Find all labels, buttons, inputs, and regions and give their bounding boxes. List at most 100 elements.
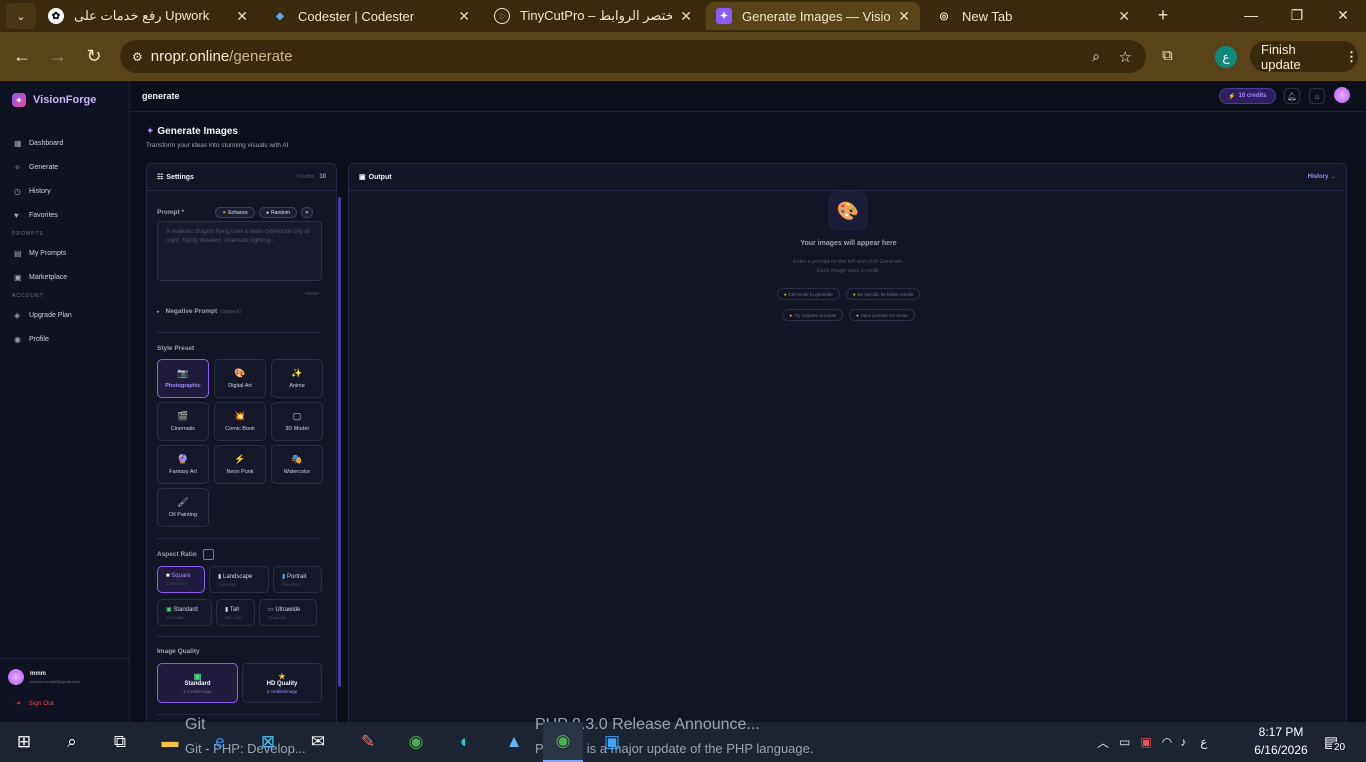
close-tab-icon[interactable]: ✕ <box>236 8 248 25</box>
arc-icon[interactable]: ▲ <box>494 722 534 762</box>
random-button[interactable]: ● Random <box>258 207 297 218</box>
ratio-square[interactable]: ■ Square 1024×1024 <box>157 566 205 593</box>
tip-chip: ● Be specific for better results <box>845 288 921 300</box>
ratio-ultrawide[interactable]: ▭ Ultrawide 1536×640 <box>259 599 317 626</box>
edge-icon[interactable]: ◐ <box>445 722 485 762</box>
site-info-icon[interactable]: ⚙ <box>132 50 143 64</box>
prompt-actions: ✦ Enhance ● Random ✕ <box>215 207 314 218</box>
style-photographic[interactable]: 📷 Photographic <box>157 359 209 398</box>
browser-tab-active[interactable]: ✦ Generate Images — VisionFo ✕ <box>706 2 920 30</box>
battery-icon[interactable]: ▭ <box>1119 735 1130 749</box>
sparkles-icon: ✨ <box>291 368 303 378</box>
ratio-label: Ultrawide <box>275 606 301 613</box>
browser-tab[interactable]: ◎ New Tab ✕ <box>926 2 1140 30</box>
prompt-label: Prompt * <box>157 209 185 216</box>
section-label-prompts: PROMPTS <box>12 231 44 237</box>
close-window-icon[interactable]: ✕ <box>1320 0 1366 30</box>
style-digital-art[interactable]: 🎨 Digital Art <box>214 359 266 398</box>
chrome-active-icon[interactable]: ◉ <box>543 722 583 762</box>
brand[interactable]: ✦ VisionForge <box>0 81 129 119</box>
reload-icon[interactable]: ↻ <box>76 39 112 75</box>
sidebar-item-profile[interactable]: ◉ Profile <box>0 327 129 351</box>
style-neon-punk[interactable]: ⚡ Neon Punk <box>214 445 266 484</box>
extensions-icon[interactable]: ⧉ <box>1162 47 1173 64</box>
store-icon[interactable]: ⊠ <box>248 722 288 762</box>
back-icon[interactable]: ← <box>4 39 40 75</box>
sidebar-item-marketplace[interactable]: ▣ Marketplace <box>0 265 129 289</box>
brush-icon: 🖌 <box>177 497 189 507</box>
tab-title: Generate Images — VisionFo <box>742 8 891 24</box>
sidebar-item-upgrade[interactable]: ◈ Upgrade Plan <box>0 303 129 327</box>
browser-tab[interactable]: ◌ TinyCutPro – يختصر الروابط ✕ <box>484 2 702 30</box>
search-icon[interactable]: ⌕ <box>52 722 92 762</box>
close-tab-icon[interactable]: ✕ <box>458 8 470 25</box>
style-3d-model[interactable]: ▢ 3D Model <box>271 402 323 441</box>
ratio-standard[interactable]: ▣ Standard 1152×896 <box>157 599 212 626</box>
paint-icon[interactable]: ✎ <box>348 722 388 762</box>
language-indicator[interactable]: ع <box>1200 735 1207 749</box>
profile-avatar[interactable]: ع <box>1215 46 1237 68</box>
close-tab-icon[interactable]: ✕ <box>680 8 692 25</box>
windows-start-icon[interactable]: ⊞ <box>4 722 44 762</box>
restore-icon[interactable]: ❐ <box>1274 0 1320 30</box>
wifi-icon[interactable]: ◠ <box>1162 735 1172 749</box>
tab-search-button[interactable]: ⌄ <box>6 3 36 29</box>
history-link[interactable]: History → <box>1308 174 1336 180</box>
browser-tab[interactable]: ◆ Codester | Codester ✕ <box>262 2 480 30</box>
sidebar-item-favorites[interactable]: ♥ Favorites <box>0 203 129 227</box>
mail-icon[interactable]: ✉ <box>298 722 338 762</box>
chevron-up-icon[interactable]: ︿ <box>1097 734 1109 751</box>
close-tab-icon[interactable]: ✕ <box>1118 8 1130 25</box>
forward-icon[interactable]: → <box>40 39 76 75</box>
sign-out-button[interactable]: ⇥ Sign Out <box>8 699 122 708</box>
minimize-icon[interactable]: — <box>1228 0 1274 30</box>
sidebar-item-history[interactable]: ◷ History <box>0 179 129 203</box>
task-view-icon[interactable]: ⧉ <box>100 722 140 762</box>
style-comic-book[interactable]: 💥 Comic Book <box>214 402 266 441</box>
tips-row: ● Try negative prompts ● Save prompts for … <box>349 309 1348 321</box>
clock-date[interactable]: 6/16/2026 <box>1250 743 1312 757</box>
sidebar-item-generate[interactable]: ✧ Generate <box>0 155 129 179</box>
new-tab-button[interactable]: + <box>1140 0 1186 30</box>
style-watercolor[interactable]: 🎭 Watercolor <box>271 445 323 484</box>
crystal-ball-icon: 🔮 <box>177 454 189 464</box>
browser-tab[interactable]: ✿ رفع خدمات على Upwork ✕ <box>38 2 258 30</box>
sidebar-item-dashboard[interactable]: ▦ Dashboard <box>0 131 129 155</box>
app-icon[interactable]: ▣ <box>592 722 632 762</box>
ratio-landscape[interactable]: ▮ Landscape 1344×768 <box>209 566 269 593</box>
notification-bell-icon[interactable]: 🔔︎ <box>1284 88 1300 104</box>
enhance-button[interactable]: ✦ Enhance <box>215 207 255 218</box>
ratio-portrait[interactable]: ▮ Portrait 768×1344 <box>273 566 322 593</box>
prompt-textarea[interactable]: A majestic dragon flying over a neon cyb… <box>157 221 322 281</box>
style-fantasy-art[interactable]: 🔮 Fantasy Art <box>157 445 209 484</box>
finish-update-button[interactable]: Finish update ⋮ <box>1250 41 1358 72</box>
edge-legacy-icon[interactable]: e <box>200 722 240 762</box>
clear-prompt-button[interactable]: ✕ <box>300 207 314 218</box>
file-explorer-icon[interactable]: ▬ <box>150 722 190 762</box>
ratio-label: Standard <box>173 606 198 613</box>
style-cinematic[interactable]: 🎬 Cinematic <box>157 402 209 441</box>
aspect-ratio-header: Aspect Ratio <box>157 549 214 560</box>
volume-icon[interactable]: ♪ <box>1180 735 1186 749</box>
star-icon: ★ <box>278 672 286 681</box>
theme-toggle-icon[interactable]: ☼ <box>1309 88 1325 104</box>
topbar-avatar[interactable] <box>1334 87 1350 103</box>
network-icon[interactable]: ▣ <box>1140 735 1151 749</box>
style-anime[interactable]: ✨ Anime <box>271 359 323 398</box>
style-oil-painting[interactable]: 🖌 Oil Painting <box>157 488 209 527</box>
negative-prompt-toggle[interactable]: ▸ Negative Prompt (optional) <box>157 308 241 315</box>
address-bar[interactable]: ⚙ nropr.online/generate ⌕ ☆ <box>120 40 1146 73</box>
portrait-icon: ▮ <box>282 573 286 580</box>
quality-standard[interactable]: ▣ Standard 1 credit/image <box>157 663 238 703</box>
clock-time[interactable]: 8:17 PM <box>1256 725 1306 739</box>
bookmark-star-icon[interactable]: ☆ <box>1119 48 1132 66</box>
zoom-search-icon[interactable]: ⌕ <box>1092 48 1100 65</box>
quality-hd[interactable]: ★ HD Quality 2 credits/image <box>242 663 322 703</box>
chrome-profile-icon[interactable]: ◉ <box>396 722 436 762</box>
close-tab-icon[interactable]: ✕ <box>898 8 910 25</box>
ratio-tall[interactable]: ▮ Tall 896×1152 <box>216 599 255 626</box>
user-avatar[interactable] <box>8 669 24 685</box>
credits-badge[interactable]: ⚡ 10 credits <box>1219 88 1276 104</box>
sidebar-item-my-prompts[interactable]: ▤ My Prompts <box>0 241 129 265</box>
scrollbar[interactable] <box>338 197 341 687</box>
